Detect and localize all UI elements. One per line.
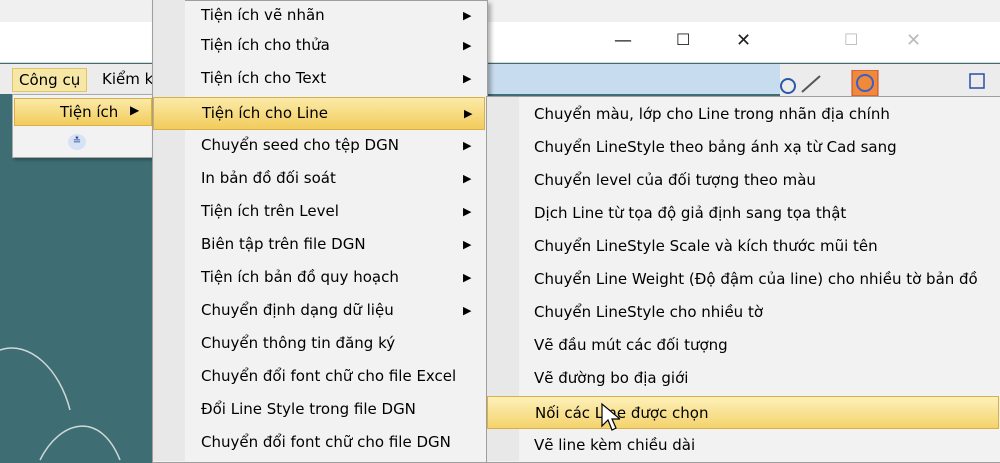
canvas-drawing bbox=[0, 347, 121, 461]
submenu-item-2[interactable]: Chuyển level của đối tượng theo màu bbox=[487, 164, 999, 197]
submenu-arrow-icon: ▶ bbox=[463, 238, 472, 251]
menu-item-label: Chuyển LineStyle cho nhiều tờ bbox=[534, 303, 764, 321]
menu-item-label: Tiện ích cho Line bbox=[202, 104, 329, 122]
window-controls: — ☐ ✕ bbox=[600, 30, 770, 56]
submenu-item-3[interactable]: Dịch Line từ tọa độ giả định sang tọa th… bbox=[487, 197, 999, 230]
menu-item-label: Chuyển màu, lớp cho Line trong nhãn địa … bbox=[534, 105, 890, 123]
menu-kiemtra[interactable]: Kiểm k bbox=[96, 68, 159, 90]
no-entry-icon[interactable] bbox=[851, 70, 879, 97]
submenu-item-5[interactable]: Chuyển Line Weight (Độ đậm của line) cho… bbox=[487, 263, 999, 296]
submenu-item-0[interactable]: Chuyển màu, lớp cho Line trong nhãn địa … bbox=[487, 98, 999, 131]
submenu-item-7[interactable]: Vẽ đầu mút các đối tượng bbox=[487, 329, 999, 362]
submenu-item-10[interactable]: Vẽ line kèm chiều dài bbox=[487, 429, 999, 462]
close-icon[interactable]: ✕ bbox=[736, 30, 751, 51]
menu-item-tienich-level[interactable]: Tiện ích trên Level ▶ bbox=[153, 196, 485, 229]
submenu-item-noi-line[interactable]: Nối các Line được chọn bbox=[487, 396, 999, 429]
menu-item-tienich-chothua[interactable]: Tiện ích cho thửa ▶ bbox=[153, 30, 485, 63]
submenu-arrow-icon: ▶ bbox=[463, 139, 472, 152]
menu-item-label: Chuyển LineStyle theo bảng ánh xạ từ Cad… bbox=[534, 138, 897, 156]
close-icon[interactable]: ✕ bbox=[906, 30, 921, 51]
menu-item-thongtin-dangky[interactable]: Chuyển thông tin đăng ký bbox=[153, 328, 485, 361]
menu-item-label: Dịch Line từ tọa độ giả định sang tọa th… bbox=[534, 204, 847, 222]
menu-item-bientap-dgn[interactable]: Biên tập trên file DGN ▶ bbox=[153, 229, 485, 262]
submenu-arrow-icon: ▶ bbox=[463, 304, 472, 317]
background-toolbar-strip bbox=[0, 0, 1000, 23]
submenu-item-1[interactable]: Chuyển LineStyle theo bảng ánh xạ từ Cad… bbox=[487, 131, 999, 164]
maximize-icon[interactable]: ☐ bbox=[676, 30, 690, 49]
menu-item-tienich-venhan[interactable]: Tiện ích vẽ nhãn ▶ bbox=[153, 0, 485, 33]
double-chevron-down-icon[interactable]: ≛ bbox=[68, 134, 86, 150]
submenu-arrow-icon: ▶ bbox=[463, 271, 472, 284]
menu-item-label: Chuyển Line Weight (Độ đậm của line) cho… bbox=[534, 270, 978, 288]
submenu-arrow-icon: ▶ bbox=[130, 103, 140, 117]
maximize-icon[interactable]: ☐ bbox=[844, 30, 858, 49]
menu-item-label: Đổi Line Style trong file DGN bbox=[201, 400, 416, 418]
menu-item-label: Chuyển seed cho tệp DGN bbox=[201, 136, 399, 154]
mouse-cursor-icon bbox=[601, 402, 620, 431]
menu-item-label: Chuyển thông tin đăng ký bbox=[201, 334, 396, 352]
menu-item-label: Tiện ích bản đồ quy hoạch bbox=[201, 268, 399, 286]
menu-item-dinhdang[interactable]: Chuyển định dạng dữ liệu ▶ bbox=[153, 295, 485, 328]
menu-item-label: Tiện ích cho thửa bbox=[201, 36, 330, 54]
submenu-item-8[interactable]: Vẽ đường bo địa giới bbox=[487, 362, 999, 395]
menu-item-in-bando[interactable]: In bản đồ đối soát ▶ bbox=[153, 163, 485, 196]
menu-item-font-dgn[interactable]: Chuyển đổi font chữ cho file DGN bbox=[153, 427, 485, 460]
window-controls-inactive: ☐ ✕ bbox=[830, 30, 940, 56]
submenu-arrow-icon: ▶ bbox=[463, 9, 472, 22]
toolbar-icons bbox=[780, 70, 985, 97]
menu-item-label: Vẽ line kèm chiều dài bbox=[534, 436, 696, 454]
minimize-icon[interactable]: — bbox=[614, 30, 632, 51]
menu-item-chuyen-seed[interactable]: Chuyển seed cho tệp DGN ▶ bbox=[153, 130, 485, 163]
menu-item-label: Chuyển level của đối tượng theo màu bbox=[534, 171, 816, 189]
menu-item-quyhoach[interactable]: Tiện ích bản đồ quy hoạch ▶ bbox=[153, 262, 485, 295]
menu-item-label: Chuyển định dạng dữ liệu bbox=[201, 301, 394, 319]
submenu-item-6[interactable]: Chuyển LineStyle cho nhiều tờ bbox=[487, 296, 999, 329]
menu-congcu[interactable]: Công cụ bbox=[12, 68, 88, 92]
panel-icon[interactable] bbox=[969, 73, 985, 89]
menu-item-label: Chuyển đổi font chữ cho file Excel bbox=[201, 367, 457, 385]
menu-item-label: Tiện ích trên Level bbox=[201, 202, 339, 220]
menu-item-label: Vẽ đầu mút các đối tượng bbox=[534, 336, 728, 354]
menu-item-linestyle-dgn[interactable]: Đổi Line Style trong file DGN bbox=[153, 394, 485, 427]
submenu-arrow-icon: ▶ bbox=[464, 107, 473, 120]
submenu-arrow-icon: ▶ bbox=[463, 205, 472, 218]
menu-item-label: Biên tập trên file DGN bbox=[201, 235, 366, 253]
submenu-arrow-icon: ▶ bbox=[463, 72, 472, 85]
toolbar-blue-strip bbox=[480, 64, 780, 94]
menu-item-label: Nối các Line được chọn bbox=[535, 404, 709, 422]
menu-item-tienich-line[interactable]: Tiện ích cho Line ▶ bbox=[153, 97, 485, 130]
menu-item-label: Chuyển LineStyle Scale và kích thước mũi… bbox=[534, 237, 878, 255]
circle-tool-icon[interactable] bbox=[780, 78, 796, 94]
submenu-arrow-icon: ▶ bbox=[463, 39, 472, 52]
menu-item-label: Tiện ích cho Text bbox=[201, 69, 327, 87]
line-tool-icon[interactable] bbox=[801, 75, 821, 93]
menu-item-tienich-label: Tiện ích bbox=[60, 103, 119, 121]
menu-item-font-excel[interactable]: Chuyển đổi font chữ cho file Excel bbox=[153, 361, 485, 394]
menu-item-label: In bản đồ đối soát bbox=[201, 169, 336, 187]
menu-item-label: Vẽ đường bo địa giới bbox=[534, 369, 689, 387]
menu-item-label: Tiện ích vẽ nhãn bbox=[201, 6, 325, 24]
menu-item-label: Chuyển đổi font chữ cho file DGN bbox=[201, 433, 451, 451]
submenu-arrow-icon: ▶ bbox=[463, 172, 472, 185]
submenu-item-4[interactable]: Chuyển LineStyle Scale và kích thước mũi… bbox=[487, 230, 999, 263]
menu-item-tienich-text[interactable]: Tiện ích cho Text ▶ bbox=[153, 63, 485, 96]
